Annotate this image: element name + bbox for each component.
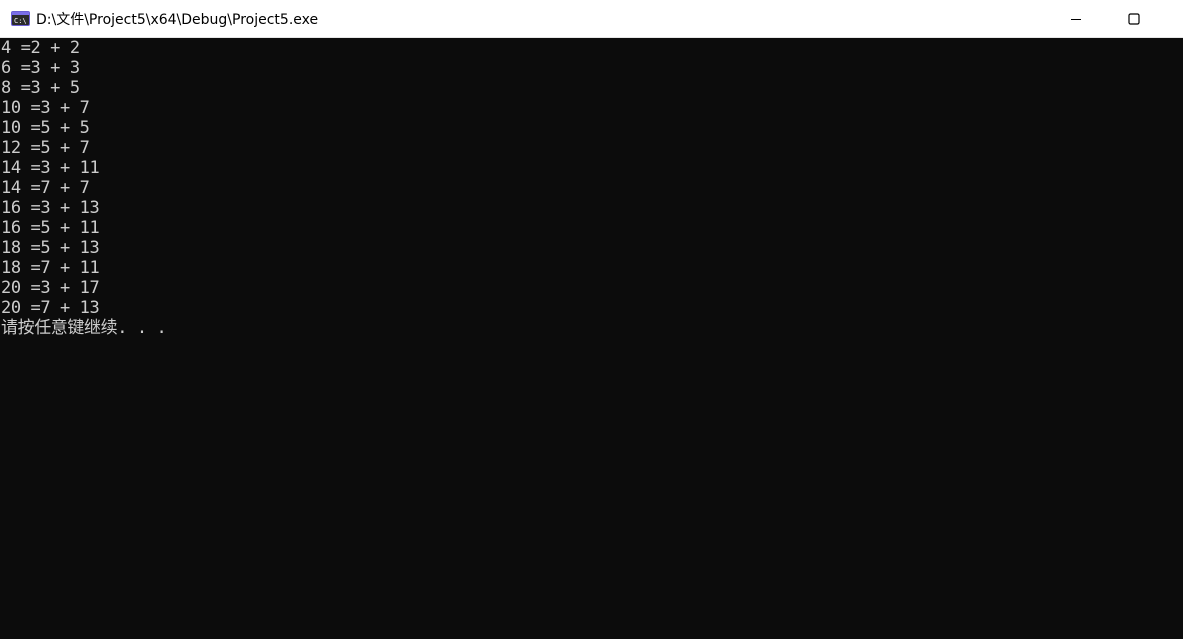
console-line: 18 =7 + 11 (1, 258, 100, 278)
console-line: 10 =5 + 5 (1, 118, 90, 138)
console-app-icon: C:\ (11, 11, 30, 26)
svg-text:C:\: C:\ (14, 17, 27, 25)
console-line: 20 =3 + 17 (1, 278, 100, 298)
console-prompt: 请按任意键继续. . . (1, 318, 167, 338)
minimize-icon (1071, 18, 1081, 20)
console-line: 10 =3 + 7 (1, 98, 90, 118)
title-bar[interactable]: C:\ D:\文件\Project5\x64\Debug\Project5.ex… (0, 0, 1183, 38)
console-line: 20 =7 + 13 (1, 298, 100, 318)
console-line: 14 =3 + 11 (1, 158, 100, 178)
maximize-icon (1128, 12, 1140, 25)
minimize-button[interactable] (1047, 0, 1105, 38)
console-line: 16 =5 + 11 (1, 218, 100, 238)
maximize-button[interactable] (1105, 0, 1163, 38)
console-line: 16 =3 + 13 (1, 198, 100, 218)
console-output[interactable]: 4 =2 + 2 6 =3 + 3 8 =3 + 5 10 =3 + 7 10 … (0, 38, 1183, 639)
console-line: 18 =5 + 13 (1, 238, 100, 258)
console-line: 8 =3 + 5 (1, 78, 80, 98)
console-window: C:\ D:\文件\Project5\x64\Debug\Project5.ex… (0, 0, 1183, 639)
window-title: D:\文件\Project5\x64\Debug\Project5.exe (36, 11, 319, 28)
console-line: 4 =2 + 2 (1, 38, 80, 58)
console-line: 12 =5 + 7 (1, 138, 90, 158)
console-line: 6 =3 + 3 (1, 58, 80, 78)
console-line: 14 =7 + 7 (1, 178, 90, 198)
